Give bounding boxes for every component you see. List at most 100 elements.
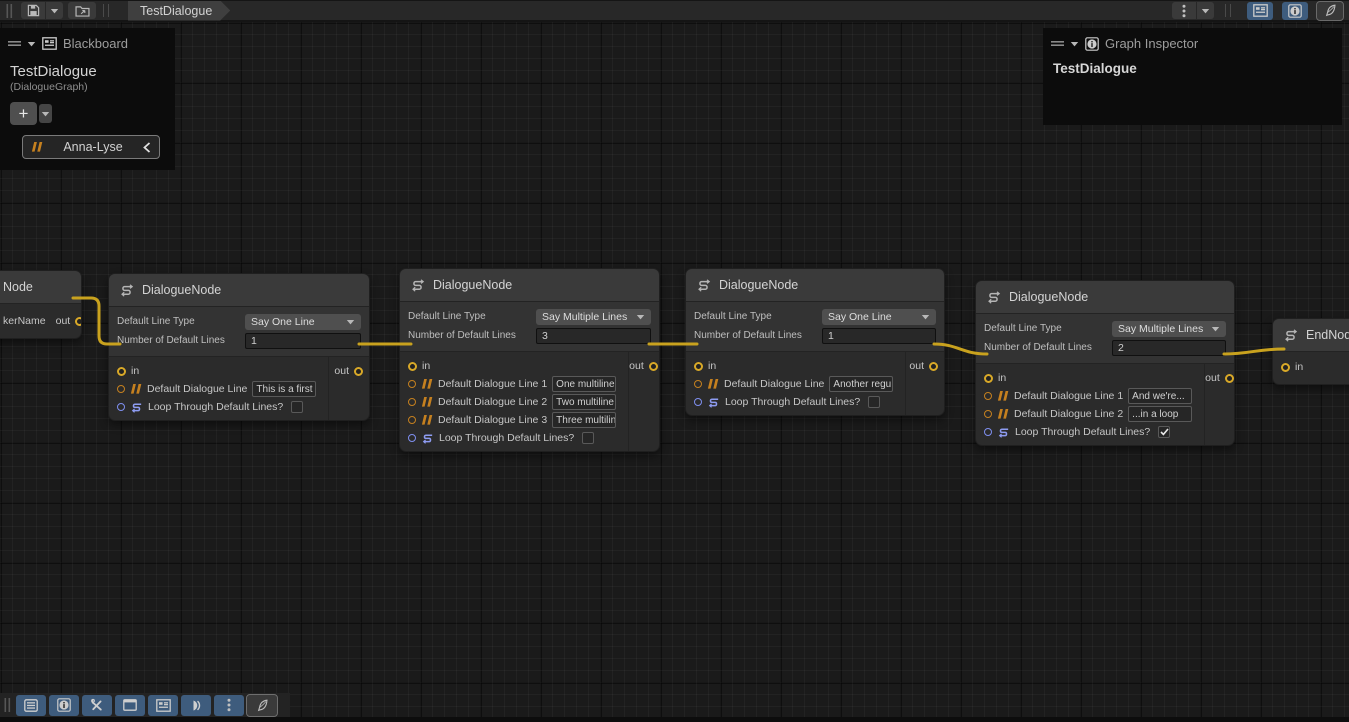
property-label: Default Line Type xyxy=(984,323,1112,334)
blackboard-panel: Blackboard TestDialogue (DialogueGraph) … xyxy=(0,28,175,170)
toggle-blackboard-button[interactable] xyxy=(1247,2,1273,20)
blue-data-port[interactable] xyxy=(408,434,416,442)
blue-data-port[interactable] xyxy=(694,398,702,406)
in-port[interactable] xyxy=(984,374,993,383)
quote-icon xyxy=(31,142,43,152)
port-row: in xyxy=(976,369,1204,387)
port-row: in xyxy=(400,357,628,375)
dialogue-line-field[interactable]: ...in a loop xyxy=(1128,406,1192,422)
orange-data-port[interactable] xyxy=(984,410,992,418)
line-type-dropdown[interactable]: Say One Line xyxy=(245,314,361,330)
in-port[interactable] xyxy=(694,362,703,371)
collapse-icon[interactable] xyxy=(27,41,36,47)
quill-button[interactable] xyxy=(247,695,277,716)
breadcrumb[interactable]: TestDialogue xyxy=(128,1,230,21)
dialogue-node-4[interactable]: DialogueNode Default Line TypeSay Multipl… xyxy=(975,280,1235,446)
line-type-dropdown[interactable]: Say Multiple Lines xyxy=(1112,321,1226,337)
loop-checkbox[interactable] xyxy=(291,401,303,413)
in-port[interactable] xyxy=(1281,363,1290,372)
node-port-section: inDefault Dialogue LineAnother reguLoop … xyxy=(686,352,944,415)
inspector-toggle-button[interactable] xyxy=(49,695,79,716)
blackboard-toggle-button[interactable] xyxy=(148,695,178,716)
node-title-bar[interactable]: DialogueNode xyxy=(400,269,659,302)
number-of-lines-field[interactable]: 2 xyxy=(1112,340,1226,356)
dropdown-value: Say One Line xyxy=(251,316,315,328)
toggle-quill-button[interactable] xyxy=(1317,2,1343,20)
node-title-bar[interactable]: EndNode xyxy=(1273,319,1349,352)
toggle-inspector-button[interactable] xyxy=(1282,2,1308,20)
transition-button[interactable] xyxy=(181,695,211,716)
blackboard-header[interactable]: Blackboard xyxy=(0,28,175,55)
blackboard-icon xyxy=(156,699,171,712)
drag-handle-icon[interactable] xyxy=(8,40,21,47)
blue-data-port[interactable] xyxy=(117,403,125,411)
save-button[interactable] xyxy=(21,2,45,19)
dots-icon xyxy=(227,698,231,712)
tools-button[interactable] xyxy=(82,695,112,716)
dialogue-line-field[interactable]: One multiline xyxy=(552,376,616,392)
dialogue-line-field[interactable]: This is a first xyxy=(252,381,316,397)
dialogue-line-field[interactable]: Three multilin xyxy=(552,412,616,428)
number-of-lines-field[interactable]: 3 xyxy=(536,328,651,344)
dialogue-line-field[interactable]: And we're... xyxy=(1128,388,1192,404)
orange-data-port[interactable] xyxy=(408,416,416,424)
loop-checkbox[interactable] xyxy=(868,396,880,408)
out-port[interactable] xyxy=(929,362,938,371)
in-port[interactable] xyxy=(408,362,417,371)
collapse-icon[interactable] xyxy=(1070,41,1079,47)
info-icon xyxy=(1288,4,1302,18)
window-button[interactable] xyxy=(115,695,145,716)
out-port[interactable] xyxy=(354,367,363,376)
chevron-left-icon[interactable] xyxy=(143,142,151,153)
toolbar-drag-handle[interactable] xyxy=(4,698,11,712)
loop-checkbox[interactable] xyxy=(582,432,594,444)
node-title-bar[interactable]: DialogueNode xyxy=(976,281,1234,314)
in-port[interactable] xyxy=(117,367,126,376)
list-view-button[interactable] xyxy=(16,695,46,716)
dialogue-node-3[interactable]: DialogueNodeDefault Line TypeSay One Lin… xyxy=(685,268,945,416)
port-row: in xyxy=(686,357,905,375)
out-port[interactable] xyxy=(1225,374,1234,383)
orange-data-port[interactable] xyxy=(408,398,416,406)
out-port-row: out xyxy=(329,362,363,380)
loop-checkbox[interactable] xyxy=(1158,426,1170,438)
orange-data-port[interactable] xyxy=(694,380,702,388)
port-row-label: Default Dialogue Line 1 xyxy=(1014,390,1123,402)
blue-data-port[interactable] xyxy=(984,428,992,436)
end-node-partial[interactable]: EndNodein xyxy=(1272,318,1349,385)
dialogue-node-2[interactable]: DialogueNodeDefault Line TypeSay Multipl… xyxy=(399,268,660,452)
more-options-caret[interactable] xyxy=(1197,2,1214,19)
number-of-lines-field[interactable]: 1 xyxy=(245,333,361,349)
port-row-label: Loop Through Default Lines? xyxy=(725,396,860,408)
drag-handle-icon[interactable] xyxy=(1051,40,1064,47)
save-dropdown-button[interactable] xyxy=(46,2,63,19)
add-property-button[interactable]: + xyxy=(10,102,37,125)
more-options-button[interactable] xyxy=(1172,2,1196,19)
transition-icon xyxy=(189,699,203,712)
more-button[interactable] xyxy=(214,695,244,716)
blackboard-field-anna-lyse[interactable]: Anna-Lyse xyxy=(22,135,160,159)
orange-data-port[interactable] xyxy=(117,385,125,393)
number-of-lines-field[interactable]: 1 xyxy=(822,328,936,344)
node-title-bar[interactable]: DialogueNode xyxy=(686,269,944,302)
node-title-bar[interactable]: Node xyxy=(0,271,81,304)
out-port[interactable] xyxy=(75,317,82,326)
line-type-dropdown[interactable]: Say Multiple Lines xyxy=(536,309,651,325)
inspector-header[interactable]: Graph Inspector xyxy=(1043,28,1342,55)
orange-data-port[interactable] xyxy=(408,380,416,388)
inspector-title: Graph Inspector xyxy=(1105,36,1198,51)
out-port[interactable] xyxy=(649,362,658,371)
dialogue-node-1[interactable]: DialogueNodeDefault Line TypeSay One Lin… xyxy=(108,273,370,421)
node-title-bar[interactable]: DialogueNode xyxy=(109,274,369,307)
out-port-label: out xyxy=(1205,372,1220,384)
orange-data-port[interactable] xyxy=(984,392,992,400)
open-asset-button[interactable] xyxy=(68,2,96,19)
toolbar-drag-handle[interactable] xyxy=(6,4,13,18)
speaker-node-partial[interactable]: NodekerNameout xyxy=(0,270,82,339)
dialogue-line-field[interactable]: Another regu xyxy=(829,376,893,392)
line-type-dropdown[interactable]: Say One Line xyxy=(822,309,936,325)
tools-icon xyxy=(90,698,104,712)
output-port-label: kerName xyxy=(3,315,46,327)
dialogue-line-field[interactable]: Two multiline xyxy=(552,394,616,410)
add-property-caret[interactable] xyxy=(39,104,52,123)
